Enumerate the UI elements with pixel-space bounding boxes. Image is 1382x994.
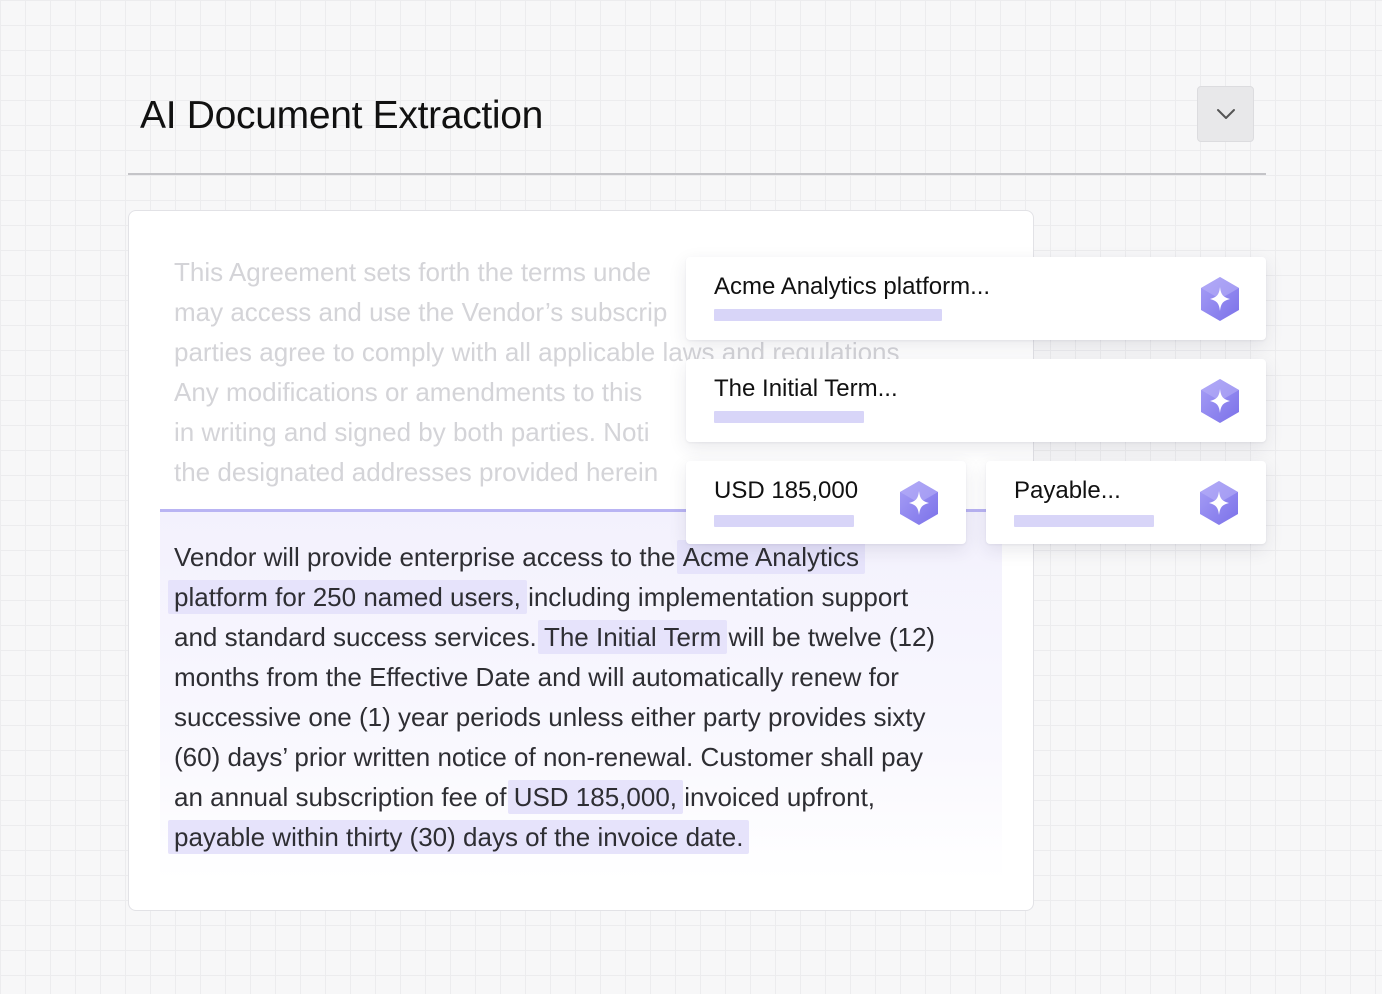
extraction-card-acme[interactable]: Acme Analytics platform... [686, 257, 1266, 340]
collapse-dropdown-button[interactable] [1197, 86, 1254, 142]
sparkle-hexagon-icon[interactable] [1197, 479, 1241, 527]
sparkle-hexagon-icon[interactable] [1198, 275, 1242, 323]
clause-line: and standard success services. The Initi… [174, 617, 1004, 657]
sparkle-hexagon-icon[interactable] [1198, 377, 1242, 425]
clause-text: Vendor will provide enterprise access to… [174, 542, 683, 572]
clause-text: (60) days’ prior written notice of non-r… [174, 742, 924, 772]
extraction-confidence-bar [714, 515, 854, 527]
extraction-card-payable[interactable]: Payable... [986, 461, 1266, 544]
extraction-confidence-bar [714, 411, 864, 423]
clause-text: successive one (1) year periods unless e… [174, 702, 926, 732]
highlight-platform-users[interactable]: platform for 250 named users, [168, 580, 527, 614]
clause-line: an annual subscription fee of USD 185,00… [174, 777, 1004, 817]
chevron-down-icon [1216, 109, 1235, 119]
page-title: AI Document Extraction [140, 94, 544, 137]
extraction-label: USD 185,000 [714, 477, 859, 504]
header-divider [128, 173, 1266, 175]
clause-text: and standard success services. [174, 622, 544, 652]
extracted-clause-text: Vendor will provide enterprise access to… [168, 537, 1004, 857]
extraction-label: Payable... [1014, 477, 1121, 504]
clause-line: months from the Effective Date and will … [174, 657, 1004, 697]
extraction-label: The Initial Term... [714, 375, 898, 402]
extraction-confidence-bar [714, 309, 942, 321]
highlight-initial-term[interactable]: The Initial Term [537, 620, 728, 654]
highlight-payable-terms[interactable]: payable within thirty (30) days of the i… [168, 820, 750, 854]
clause-line: successive one (1) year periods unless e… [174, 697, 1004, 737]
clause-line: platform for 250 named users, including … [168, 577, 1004, 617]
clause-text: invoiced upfront, [677, 782, 876, 812]
extraction-card-usd[interactable]: USD 185,000 [686, 461, 966, 544]
clause-text: including implementation support [520, 582, 909, 612]
clause-text: will be twelve (12) [721, 622, 936, 652]
sparkle-hexagon-icon[interactable] [897, 479, 941, 527]
highlight-usd-amount[interactable]: USD 185,000, [507, 780, 684, 814]
clause-line: (60) days’ prior written notice of non-r… [174, 737, 1004, 777]
extraction-label: Acme Analytics platform... [714, 273, 991, 300]
clause-text: months from the Effective Date and will … [174, 662, 899, 692]
clause-text: an annual subscription fee of [174, 782, 514, 812]
highlight-acme-analytics[interactable]: Acme Analytics [676, 540, 866, 574]
app-canvas: AI Document Extraction This Agreement se… [0, 0, 1382, 994]
clause-line: payable within thirty (30) days of the i… [168, 817, 1004, 857]
extraction-confidence-bar [1014, 515, 1154, 527]
extraction-card-initial-term[interactable]: The Initial Term... [686, 359, 1266, 442]
